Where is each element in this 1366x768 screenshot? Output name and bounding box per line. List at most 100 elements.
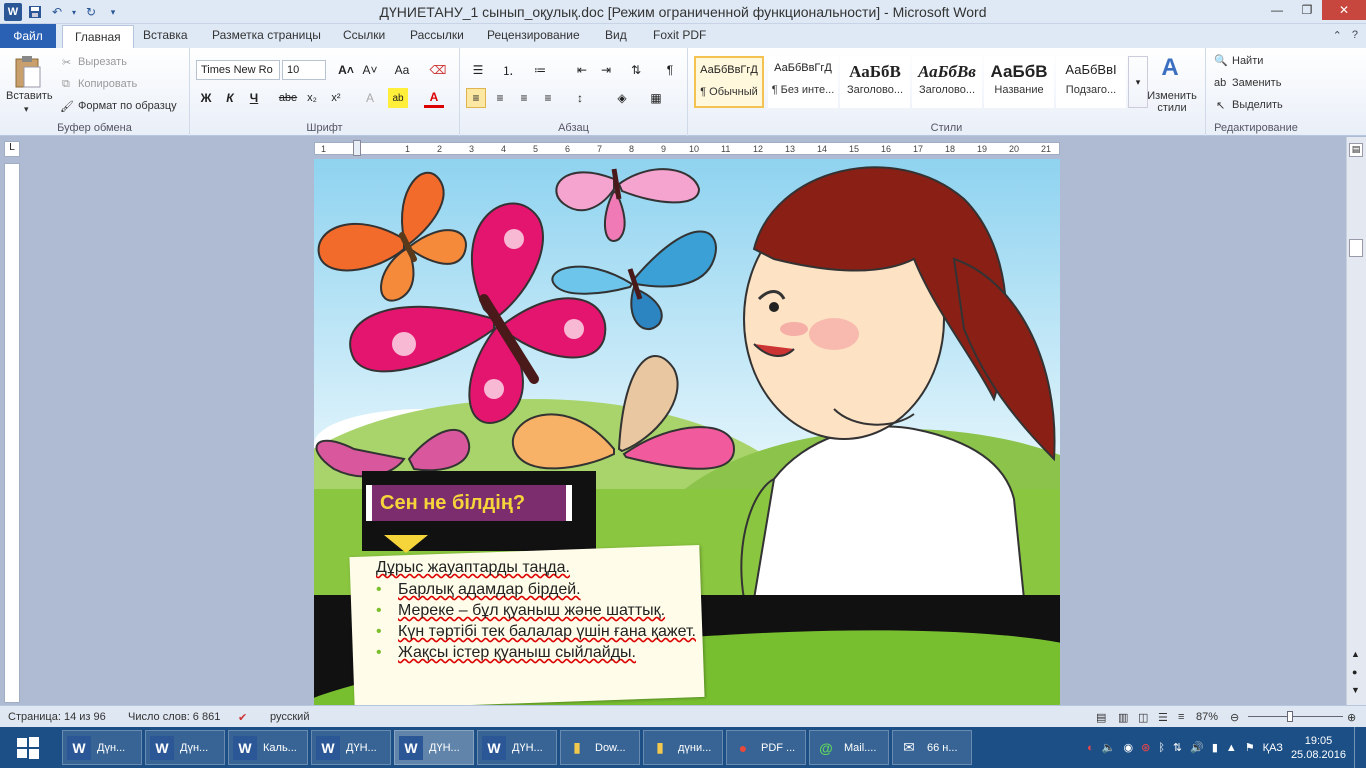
style-heading-1[interactable]: АаБбВ Заголово... — [840, 56, 910, 108]
antivirus-icon[interactable]: ◐ — [1087, 742, 1094, 754]
tab-insert[interactable]: Вставка — [143, 28, 188, 42]
show-desktop-button[interactable] — [1354, 727, 1360, 768]
bold-button[interactable]: Ж — [196, 88, 216, 108]
collapse-ribbon-icon[interactable]: ⌃ — [1333, 29, 1342, 42]
view-draft-icon[interactable]: ≡ — [1178, 711, 1184, 723]
styles-scroll-icon[interactable]: ▾ — [1128, 56, 1148, 108]
restore-icon[interactable]: ❐ — [1292, 0, 1322, 20]
view-print-layout-icon[interactable]: ▤ — [1096, 711, 1106, 724]
select-icon[interactable]: ↖ — [1216, 99, 1225, 112]
network-icon[interactable]: ⇅ — [1173, 741, 1182, 754]
style-title[interactable]: АаБбВ Название — [984, 56, 1054, 108]
paste-button[interactable]: Вставить — [6, 90, 53, 102]
tab-mailings[interactable]: Рассылки — [410, 28, 464, 42]
taskbar-item-folder[interactable]: ▮ Dow... — [560, 730, 640, 765]
tab-references[interactable]: Ссылки — [343, 28, 385, 42]
language-indicator[interactable]: русский — [270, 711, 309, 723]
clock[interactable]: 19:05 25.08.2016 — [1291, 734, 1346, 762]
bluetooth-icon[interactable]: ᛒ — [1158, 742, 1165, 754]
view-outline-icon[interactable]: ☰ — [1158, 711, 1168, 724]
tab-page-layout[interactable]: Разметка страницы — [212, 28, 321, 42]
scroll-down-icon[interactable]: ▼ — [1351, 685, 1360, 695]
ruler-toggle-icon[interactable]: ▤ — [1349, 143, 1363, 157]
view-web-icon[interactable]: ◫ — [1138, 711, 1148, 724]
indent-marker[interactable] — [353, 140, 361, 156]
paste-icon[interactable] — [8, 52, 48, 92]
show-marks-button[interactable]: ¶ — [660, 60, 680, 80]
tab-foxit-pdf[interactable]: Foxit PDF — [653, 28, 706, 42]
vertical-ruler[interactable] — [4, 163, 20, 703]
page-count[interactable]: Страница: 14 из 96 — [8, 711, 106, 723]
taskbar-item-word[interactable]: W Каль... — [228, 730, 308, 765]
justify-icon[interactable]: ≡ — [538, 88, 558, 108]
align-right-icon[interactable]: ≡ — [514, 88, 534, 108]
tab-file[interactable]: Файл — [0, 24, 56, 48]
numbering-icon[interactable]: ⒈ — [498, 60, 518, 80]
superscript-button[interactable]: x² — [326, 88, 346, 108]
font-name-combo[interactable]: Times New Ro — [196, 60, 280, 80]
format-painter-button[interactable]: Формат по образцу — [78, 100, 177, 112]
style-subtitle[interactable]: АаБбВвI Подзаго... — [1056, 56, 1126, 108]
camera-icon[interactable]: ◉ — [1123, 741, 1133, 754]
taskbar-item-chrome[interactable]: ● PDF ... — [726, 730, 806, 765]
minimize-icon[interactable]: — — [1262, 0, 1292, 20]
borders-icon[interactable]: ▦ — [646, 88, 666, 108]
underline-button[interactable]: Ч — [244, 88, 264, 108]
replace-button[interactable]: Заменить — [1232, 77, 1281, 89]
cut-button[interactable]: Вырезать — [78, 56, 127, 68]
find-button[interactable]: Найти — [1232, 55, 1263, 67]
cut-icon[interactable]: ✂ — [62, 56, 71, 69]
text-effects-icon[interactable]: A — [360, 88, 380, 108]
tab-selector-icon[interactable]: L — [4, 141, 20, 157]
sound-tray-icon[interactable]: 🔈 — [1102, 741, 1116, 754]
tab-review[interactable]: Рецензирование — [487, 28, 580, 42]
align-center-icon[interactable]: ≡ — [490, 88, 510, 108]
taskbar-item-folder[interactable]: ▮ дүни... — [643, 730, 723, 765]
taskbar-item-mail[interactable]: ✉ 66 н... — [892, 730, 972, 765]
zoom-slider[interactable] — [1248, 716, 1343, 717]
volume-icon[interactable]: 🔊 — [1190, 741, 1204, 754]
italic-button[interactable]: К — [220, 88, 240, 108]
line-spacing-icon[interactable]: ↕ — [570, 88, 590, 108]
flag-icon[interactable]: ⚑ — [1245, 741, 1255, 754]
power-icon[interactable]: ▮ — [1212, 741, 1218, 754]
subscript-button[interactable]: x₂ — [302, 88, 322, 108]
sort-icon[interactable]: ⇅ — [626, 60, 646, 80]
zoom-slider-thumb[interactable] — [1287, 711, 1293, 722]
format-painter-icon[interactable]: 🖌 — [60, 100, 74, 113]
taskbar-item-word[interactable]: W ДҮН... — [477, 730, 557, 765]
taskbar-item-mail-agent[interactable]: @ Mail.... — [809, 730, 889, 765]
copy-button[interactable]: Копировать — [78, 78, 137, 90]
tab-view[interactable]: Вид — [605, 28, 627, 42]
change-styles-button[interactable]: Изменить стили — [1146, 90, 1198, 114]
spellcheck-icon[interactable]: ✔ — [238, 711, 247, 724]
horizontal-ruler[interactable]: 1 1 2 3 4 5 6 7 8 9 10 11 12 13 14 15 16… — [314, 140, 1060, 156]
find-icon[interactable]: 🔍 — [1214, 54, 1228, 67]
font-size-combo[interactable]: 10 — [282, 60, 326, 80]
zoom-in-icon[interactable]: ⊕ — [1347, 711, 1356, 724]
align-left-icon[interactable]: ≡ — [466, 88, 486, 108]
paste-dropdown-icon[interactable]: ▾ — [24, 104, 29, 115]
document-area[interactable]: Сен не білдің? Дұрыс жауаптарды таңда. •… — [24, 159, 1346, 705]
taskbar-item-word[interactable]: W Дүн... — [62, 730, 142, 765]
view-full-screen-icon[interactable]: ▥ — [1118, 711, 1128, 724]
bullets-icon[interactable]: ☰ — [468, 60, 488, 80]
change-case-button[interactable]: Aa — [392, 60, 412, 80]
scroll-up-icon[interactable]: ▲ — [1351, 649, 1360, 659]
increase-indent-icon[interactable]: ⇥ — [596, 60, 616, 80]
shrink-font-button[interactable]: A˅ — [360, 60, 380, 80]
document-page[interactable]: Сен не білдің? Дұрыс жауаптарды таңда. •… — [314, 159, 1060, 705]
browse-object-icon[interactable]: ● — [1352, 667, 1357, 677]
start-button[interactable] — [0, 727, 56, 768]
clear-formatting-icon[interactable]: ⌫ — [428, 60, 448, 80]
replace-icon[interactable]: ab — [1214, 77, 1226, 89]
taskbar-item-word[interactable]: W ДҮН... — [311, 730, 391, 765]
help-icon[interactable]: ? — [1352, 29, 1358, 42]
highlight-button[interactable]: ab — [388, 88, 408, 108]
select-button[interactable]: Выделить — [1232, 99, 1283, 111]
taskbar-item-word-active[interactable]: W ДҮН... — [394, 730, 474, 765]
scroll-thumb[interactable] — [1349, 239, 1363, 257]
vertical-scrollbar[interactable]: ▤ ▲ ● ▼ — [1346, 137, 1366, 705]
shading-icon[interactable]: ◈ — [612, 88, 632, 108]
grow-font-button[interactable]: A˄ — [336, 60, 356, 80]
